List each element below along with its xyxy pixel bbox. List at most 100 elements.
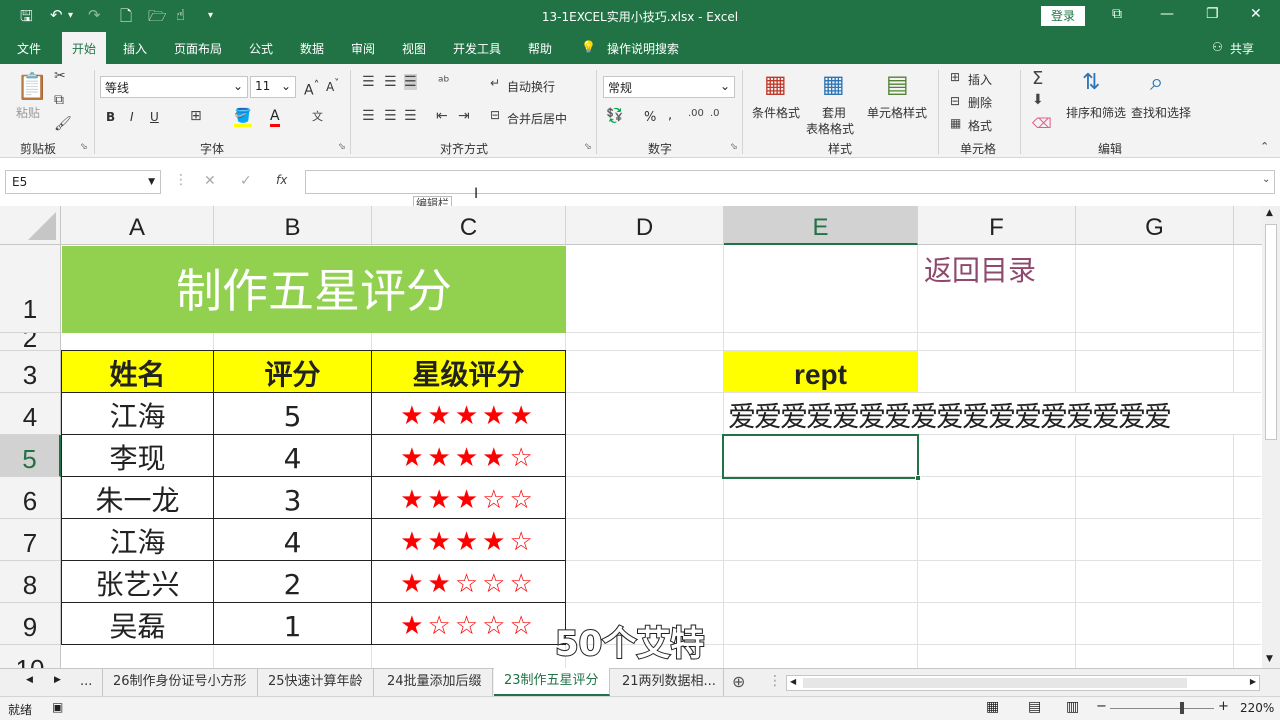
- header-score-cell[interactable]: 评分: [214, 351, 371, 392]
- stars-cell[interactable]: ★★☆☆☆: [372, 561, 565, 602]
- autosum-icon[interactable]: Σ: [1032, 68, 1043, 89]
- zoom-slider-thumb[interactable]: [1180, 702, 1184, 714]
- scroll-left-icon[interactable]: ◀: [790, 677, 796, 686]
- vertical-scrollbar[interactable]: ▲ ▼: [1262, 206, 1280, 668]
- header-name-cell[interactable]: 姓名: [62, 351, 213, 392]
- stars-cell[interactable]: ★★★★☆: [372, 519, 565, 560]
- zoom-slider[interactable]: [1110, 708, 1214, 709]
- scroll-thumb[interactable]: [1265, 224, 1277, 440]
- column-header-e[interactable]: E: [724, 206, 918, 245]
- tab-review[interactable]: 审阅: [351, 40, 375, 57]
- zoom-out-icon[interactable]: −: [1096, 699, 1107, 714]
- paste-button[interactable]: 粘贴: [16, 104, 40, 121]
- return-toc-link[interactable]: 返回目录: [918, 246, 1076, 296]
- fill-color-icon[interactable]: 🪣: [234, 108, 252, 127]
- comma-button[interactable]: ,: [668, 108, 672, 123]
- merge-center-button[interactable]: 合并后居中: [507, 110, 567, 127]
- wrap-text-button[interactable]: 自动换行: [507, 78, 555, 95]
- align-top-icon[interactable]: ☰: [362, 74, 375, 90]
- score-cell[interactable]: 4: [214, 519, 371, 560]
- prev-sheet-icon[interactable]: ◀: [26, 675, 33, 685]
- sort-filter-button[interactable]: 排序和筛选: [1066, 104, 1126, 121]
- collapse-ribbon-icon[interactable]: ⌃: [1260, 140, 1269, 153]
- tab-file[interactable]: 文件: [17, 40, 41, 57]
- paste-icon[interactable]: 📋: [16, 72, 48, 102]
- stars-cell[interactable]: ★☆☆☆☆: [372, 603, 565, 644]
- login-button[interactable]: 登录: [1041, 6, 1085, 26]
- close-icon[interactable]: ✕: [1250, 6, 1262, 22]
- rept-label-cell[interactable]: rept: [724, 351, 917, 392]
- name-cell[interactable]: 江海: [62, 519, 213, 560]
- expand-formula-icon[interactable]: ⌄: [1262, 174, 1270, 185]
- align-center-icon[interactable]: ☰: [384, 108, 397, 124]
- row-header-4[interactable]: 4: [0, 393, 61, 435]
- header-stars-cell[interactable]: 星级评分: [372, 351, 565, 392]
- font-color-icon[interactable]: A: [270, 108, 280, 127]
- tab-home[interactable]: 开始: [62, 32, 107, 64]
- name-cell[interactable]: 张艺兴: [62, 561, 213, 602]
- align-right-icon[interactable]: ☰: [404, 108, 417, 124]
- align-left-icon[interactable]: ☰: [362, 108, 375, 124]
- h-scroll-thumb[interactable]: [803, 678, 1187, 688]
- increase-indent-icon[interactable]: ⇥: [458, 108, 470, 124]
- increase-decimal-icon[interactable]: .00: [688, 108, 704, 119]
- stars-cell[interactable]: ★★★★★: [372, 393, 565, 434]
- sheet-tab-25[interactable]: 25快速计算年龄: [258, 669, 374, 696]
- decrease-indent-icon[interactable]: ⇤: [436, 108, 448, 124]
- score-cell[interactable]: 2: [214, 561, 371, 602]
- grow-font-icon[interactable]: A˄: [304, 78, 319, 99]
- name-cell[interactable]: 朱一龙: [62, 477, 213, 518]
- scroll-right-icon[interactable]: ▶: [1250, 677, 1256, 686]
- phonetic-icon[interactable]: 文: [312, 108, 323, 124]
- score-cell[interactable]: 4: [214, 435, 371, 476]
- copy-icon[interactable]: ⧉: [54, 92, 64, 108]
- name-cell[interactable]: 李现: [62, 435, 213, 476]
- format-cells-button[interactable]: 格式: [968, 117, 992, 134]
- share-button[interactable]: 共享: [1230, 40, 1254, 57]
- zoom-level[interactable]: 220%: [1240, 701, 1274, 715]
- sheet-tab-23-active[interactable]: 23制作五星评分: [494, 668, 610, 696]
- row-header-3[interactable]: 3: [0, 351, 61, 393]
- tab-help[interactable]: 帮助: [528, 40, 552, 57]
- sheet-tab-26[interactable]: 26制作身份证号小方形: [102, 669, 258, 696]
- formula-input[interactable]: [305, 170, 1275, 194]
- minimize-icon[interactable]: —: [1160, 6, 1174, 22]
- clipboard-launcher-icon[interactable]: ⬂: [80, 142, 88, 152]
- row-header-5[interactable]: 5: [0, 435, 61, 477]
- tell-me-search[interactable]: 操作说明搜索: [607, 40, 679, 57]
- font-name-combo[interactable]: 等线 ⌄: [100, 76, 248, 98]
- score-cell[interactable]: 3: [214, 477, 371, 518]
- horizontal-scrollbar[interactable]: ◀ ▶: [786, 675, 1260, 691]
- cut-icon[interactable]: ✂: [54, 68, 66, 84]
- tab-developer[interactable]: 开发工具: [453, 40, 501, 57]
- row-header-8[interactable]: 8: [0, 561, 61, 603]
- select-all-corner[interactable]: [0, 206, 61, 245]
- row-header-6[interactable]: 6: [0, 477, 61, 519]
- page-break-view-icon[interactable]: ▥: [1066, 699, 1079, 715]
- stars-cell[interactable]: ★★★★☆: [372, 435, 565, 476]
- orientation-icon[interactable]: ᵃᵇ: [438, 74, 449, 90]
- name-cell[interactable]: 江海: [62, 393, 213, 434]
- name-cell[interactable]: 吴磊: [62, 603, 213, 644]
- tab-view[interactable]: 视图: [402, 40, 426, 57]
- column-header-d[interactable]: D: [566, 206, 724, 245]
- align-bottom-icon[interactable]: ☰: [404, 74, 417, 90]
- align-middle-icon[interactable]: ☰: [384, 74, 397, 90]
- sheet-tab-more[interactable]: ...: [70, 669, 102, 696]
- percent-button[interactable]: %: [644, 110, 656, 125]
- delete-cells-button[interactable]: 删除: [968, 94, 992, 111]
- row-header-2[interactable]: 2: [0, 333, 61, 351]
- normal-view-icon[interactable]: ▦: [986, 699, 999, 715]
- borders-icon[interactable]: ⊞: [190, 108, 202, 124]
- underline-button[interactable]: U: [150, 110, 159, 124]
- insert-cells-button[interactable]: 插入: [968, 71, 992, 88]
- score-cell[interactable]: 1: [214, 603, 371, 644]
- macro-record-icon[interactable]: ▣: [52, 700, 63, 714]
- stars-cell[interactable]: ★★★☆☆: [372, 477, 565, 518]
- table-format-button-line1[interactable]: 套用: [822, 104, 846, 121]
- number-format-combo[interactable]: 常规 ⌄: [603, 76, 735, 98]
- currency-icon[interactable]: 💱: [606, 108, 623, 124]
- score-cell[interactable]: 5: [214, 393, 371, 434]
- row-header-1[interactable]: 1: [0, 245, 61, 333]
- alignment-launcher-icon[interactable]: ⬂: [584, 142, 592, 152]
